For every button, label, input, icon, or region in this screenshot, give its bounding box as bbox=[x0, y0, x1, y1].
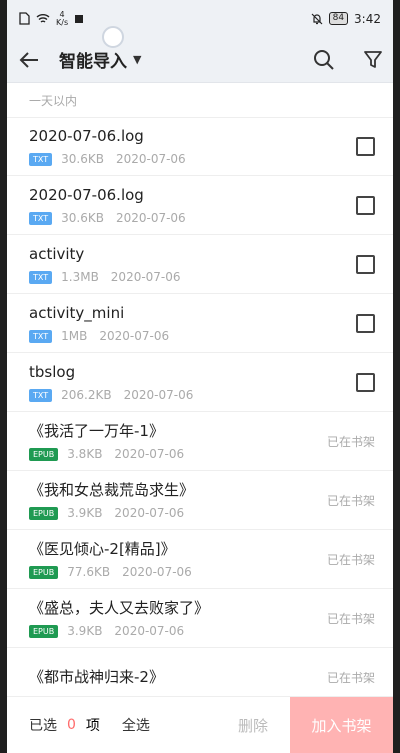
selected-count: 0 bbox=[67, 717, 76, 733]
on-shelf-label: 已在书架 bbox=[326, 434, 375, 449]
section-header: 一天以内 bbox=[7, 83, 393, 118]
file-size: 30.6KB bbox=[61, 211, 104, 225]
format-badge: EPUB bbox=[29, 506, 59, 520]
file-name: 2020-07-06.log bbox=[29, 127, 144, 145]
select-all-button[interactable]: 全选 bbox=[122, 715, 150, 735]
app-bar: 智能导入 ▼ bbox=[7, 37, 393, 83]
network-speed: 4 K/s bbox=[56, 9, 69, 27]
selected-label: 已选 bbox=[29, 718, 57, 734]
file-size: 1MB bbox=[61, 329, 88, 343]
file-row[interactable]: 《医见倾心-2[精品]》 EPUB 77.6KB 2020-07-06 已在书架 bbox=[7, 530, 393, 589]
file-date: 2020-07-06 bbox=[115, 152, 186, 166]
on-shelf-label: 已在书架 bbox=[326, 552, 375, 567]
file-row[interactable]: 2020-07-06.log TXT 30.6KB 2020-07-06 bbox=[7, 176, 393, 235]
file-row[interactable]: 《我和女总裁荒岛求生》 EPUB 3.9KB 2020-07-06 已在书架 bbox=[7, 471, 393, 530]
file-size: 3.9KB bbox=[67, 506, 103, 520]
file-meta: EPUB 77.6KB 2020-07-06 bbox=[29, 565, 327, 579]
file-name: 2020-07-06.log bbox=[29, 186, 144, 204]
sim-card-icon bbox=[19, 12, 30, 25]
front-camera bbox=[102, 26, 124, 48]
format-badge: TXT bbox=[29, 270, 53, 284]
format-badge: TXT bbox=[29, 152, 53, 166]
status-bar: 4 K/s 84 3:42 bbox=[7, 0, 393, 48]
file-row[interactable]: 《盛总，夫人又去败家了》 EPUB 3.9KB 2020-07-06 已在书架 bbox=[7, 589, 393, 648]
file-size: 206.2KB bbox=[61, 388, 112, 402]
file-name: 《我和女总裁荒岛求生》 bbox=[29, 481, 195, 499]
bottom-action-bar: 已选 0 项 全选 删除 加入书架 bbox=[7, 696, 393, 753]
add-to-shelf-button[interactable]: 加入书架 bbox=[290, 697, 393, 753]
file-row[interactable]: 《都市战神归来-2》 已在书架 bbox=[7, 648, 393, 697]
wifi-icon bbox=[36, 14, 50, 23]
file-meta: TXT 1.3MB 2020-07-06 bbox=[29, 270, 356, 284]
select-checkbox[interactable] bbox=[356, 313, 375, 333]
format-badge: EPUB bbox=[29, 565, 59, 579]
file-row[interactable]: activity TXT 1.3MB 2020-07-06 bbox=[7, 235, 393, 294]
file-row[interactable]: 《我活了一万年-1》 EPUB 3.8KB 2020-07-06 已在书架 bbox=[7, 412, 393, 471]
chevron-down-icon[interactable]: ▼ bbox=[133, 53, 141, 66]
format-badge: TXT bbox=[29, 388, 53, 402]
select-checkbox[interactable] bbox=[356, 254, 375, 274]
file-list: 2020-07-06.log TXT 30.6KB 2020-07-06 2020-07… bbox=[7, 117, 393, 697]
file-meta: TXT 1MB 2020-07-06 bbox=[29, 329, 356, 343]
file-date: 2020-07-06 bbox=[114, 447, 185, 461]
file-size: 3.8KB bbox=[67, 447, 103, 461]
file-meta: TXT 30.6KB 2020-07-06 bbox=[29, 152, 356, 166]
page-title[interactable]: 智能导入 bbox=[59, 47, 127, 72]
phone-screen: 4 K/s 84 3:42 智能导入 ▼ 一天以内 2020-07-06.log… bbox=[7, 0, 393, 753]
file-date: 2020-07-06 bbox=[115, 211, 186, 225]
format-badge: EPUB bbox=[29, 447, 59, 461]
format-badge: TXT bbox=[29, 329, 53, 343]
search-icon[interactable] bbox=[313, 49, 335, 71]
file-date: 2020-07-06 bbox=[114, 624, 185, 638]
file-name: 《医见倾心-2[精品]》 bbox=[29, 540, 176, 558]
mute-bell-icon bbox=[311, 13, 323, 24]
file-meta: EPUB 3.8KB 2020-07-06 bbox=[29, 447, 327, 461]
file-meta: EPUB 3.9KB 2020-07-06 bbox=[29, 506, 327, 520]
file-row[interactable]: 2020-07-06.log TXT 30.6KB 2020-07-06 bbox=[7, 117, 393, 176]
on-shelf-label: 已在书架 bbox=[326, 493, 375, 508]
file-name: tbslog bbox=[29, 363, 76, 381]
select-checkbox[interactable] bbox=[356, 136, 375, 156]
on-shelf-label: 已在书架 bbox=[326, 611, 375, 626]
clock: 3:42 bbox=[354, 11, 381, 26]
file-row[interactable]: tbslog TXT 206.2KB 2020-07-06 bbox=[7, 353, 393, 412]
filter-icon[interactable] bbox=[363, 50, 383, 70]
file-meta: TXT 30.6KB 2020-07-06 bbox=[29, 211, 356, 225]
file-name: 《盛总，夫人又去败家了》 bbox=[29, 599, 210, 617]
file-size: 1.3MB bbox=[61, 270, 99, 284]
file-date: 2020-07-06 bbox=[123, 388, 194, 402]
file-date: 2020-07-06 bbox=[110, 270, 181, 284]
file-date: 2020-07-06 bbox=[122, 565, 192, 579]
file-meta: TXT 206.2KB 2020-07-06 bbox=[29, 388, 356, 402]
file-meta: EPUB 3.9KB 2020-07-06 bbox=[29, 624, 327, 638]
on-shelf-label: 已在书架 bbox=[326, 670, 375, 685]
file-size: 30.6KB bbox=[61, 152, 104, 166]
file-name: 《都市战神归来-2》 bbox=[29, 668, 164, 686]
file-name: 《我活了一万年-1》 bbox=[29, 422, 164, 440]
file-name: activity bbox=[29, 245, 85, 263]
file-size: 77.6KB bbox=[67, 565, 111, 579]
battery-indicator: 84 bbox=[328, 12, 349, 25]
file-name: activity_mini bbox=[29, 304, 125, 322]
delete-button[interactable]: 删除 bbox=[238, 715, 268, 736]
format-badge: TXT bbox=[29, 211, 53, 225]
file-date: 2020-07-06 bbox=[99, 329, 170, 343]
file-date: 2020-07-06 bbox=[114, 506, 185, 520]
back-arrow-icon[interactable] bbox=[19, 51, 39, 69]
select-checkbox[interactable] bbox=[356, 195, 375, 215]
file-size: 3.9KB bbox=[67, 624, 103, 638]
notification-icon bbox=[75, 14, 84, 23]
format-badge: EPUB bbox=[29, 624, 59, 638]
file-row[interactable]: activity_mini TXT 1MB 2020-07-06 bbox=[7, 294, 393, 353]
selected-suffix: 项 bbox=[85, 718, 100, 734]
select-checkbox[interactable] bbox=[356, 372, 375, 392]
